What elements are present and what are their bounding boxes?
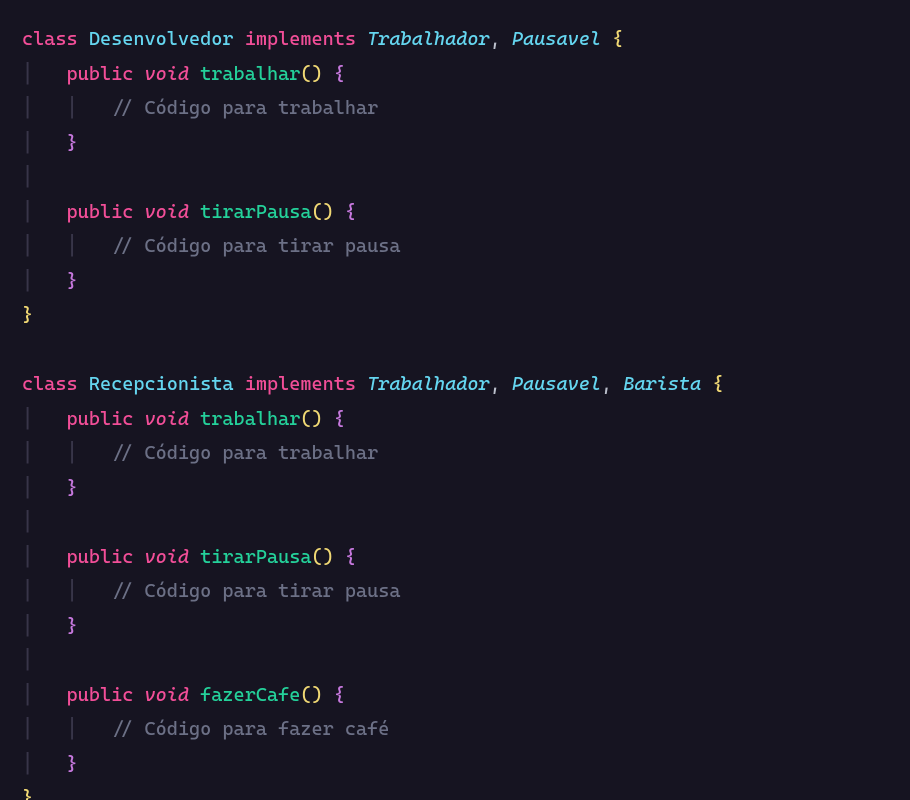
keyword-implements: implements: [245, 373, 356, 395]
interface-name: Trabalhador: [367, 373, 489, 395]
keyword-void: void: [144, 684, 189, 706]
keyword-void: void: [144, 546, 189, 568]
interface-name: Barista: [623, 373, 701, 395]
comment: // Código para trabalhar: [111, 442, 378, 464]
keyword-public: public: [67, 684, 134, 706]
code-line: [22, 339, 33, 361]
comment: // Código para fazer café: [111, 718, 389, 740]
code-line: │ }: [22, 615, 78, 637]
code-line: │ │ // Código para tirar pausa: [22, 235, 401, 257]
code-line: }: [22, 304, 33, 326]
method-name: tirarPausa: [200, 201, 311, 223]
comment: // Código para trabalhar: [111, 97, 378, 119]
code-line: │ public void tirarPausa() {: [22, 546, 356, 568]
class-name: Desenvolvedor: [89, 28, 234, 50]
interface-name: Pausavel: [512, 28, 601, 50]
code-line: │: [22, 166, 33, 188]
keyword-class: class: [22, 373, 78, 395]
code-line: │ }: [22, 753, 78, 775]
code-line: │ public void fazerCafe() {: [22, 684, 345, 706]
code-line: class Desenvolvedor implements Trabalhad…: [22, 28, 623, 50]
comment: // Código para tirar pausa: [111, 580, 400, 602]
keyword-public: public: [67, 546, 134, 568]
keyword-implements: implements: [245, 28, 356, 50]
interface-name: Trabalhador: [367, 28, 489, 50]
code-line: │ }: [22, 132, 78, 154]
code-line: }: [22, 787, 33, 800]
method-name: trabalhar: [200, 408, 300, 430]
code-line: │ }: [22, 270, 78, 292]
method-name: tirarPausa: [200, 546, 311, 568]
keyword-public: public: [67, 201, 134, 223]
code-line: │ │ // Código para trabalhar: [22, 97, 378, 119]
code-line: │: [22, 649, 33, 671]
comment: // Código para tirar pausa: [111, 235, 400, 257]
keyword-class: class: [22, 28, 78, 50]
code-line: class Recepcionista implements Trabalhad…: [22, 373, 723, 395]
code-line: │ public void trabalhar() {: [22, 63, 345, 85]
keyword-public: public: [67, 408, 134, 430]
keyword-void: void: [144, 408, 189, 430]
code-line: │ │ // Código para trabalhar: [22, 442, 378, 464]
code-line: │ public void tirarPausa() {: [22, 201, 356, 223]
code-line: │ }: [22, 477, 78, 499]
code-line: │: [22, 511, 33, 533]
keyword-public: public: [67, 63, 134, 85]
code-editor[interactable]: class Desenvolvedor implements Trabalhad…: [0, 0, 910, 800]
keyword-void: void: [144, 201, 189, 223]
class-name: Recepcionista: [89, 373, 234, 395]
method-name: trabalhar: [200, 63, 300, 85]
keyword-void: void: [144, 63, 189, 85]
method-name: fazerCafe: [200, 684, 300, 706]
code-line: │ │ // Código para fazer café: [22, 718, 389, 740]
interface-name: Pausavel: [512, 373, 601, 395]
code-line: │ public void trabalhar() {: [22, 408, 345, 430]
code-line: │ │ // Código para tirar pausa: [22, 580, 401, 602]
